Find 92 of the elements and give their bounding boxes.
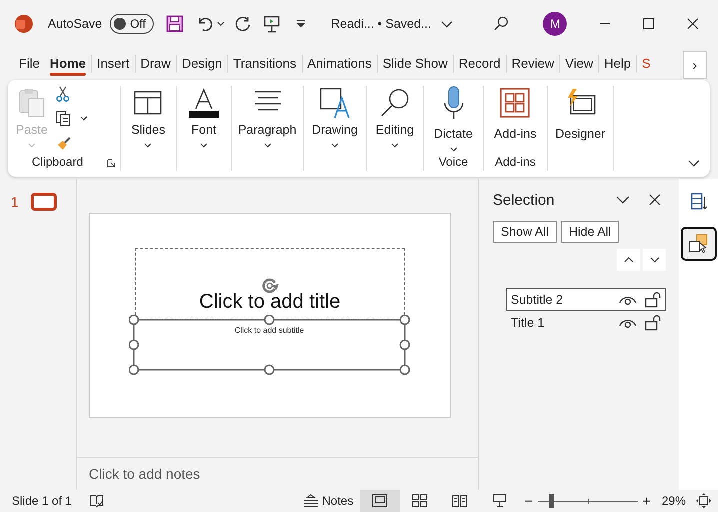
ribbon-tab[interactable]: Insert <box>92 52 135 76</box>
view-button[interactable] <box>360 490 400 512</box>
microphone-icon <box>442 86 466 120</box>
ribbon-tab[interactable]: S <box>637 52 656 76</box>
accessibility-icon[interactable] <box>90 494 104 508</box>
caret-icon[interactable] <box>217 20 226 28</box>
command-button[interactable]: Drawing <box>308 86 362 149</box>
group-label: Clipboard <box>32 155 84 169</box>
group-label: Add-ins <box>495 155 536 169</box>
chevron-up-icon <box>624 257 634 263</box>
collapse-ribbon-icon[interactable] <box>688 160 700 168</box>
presentation-icon[interactable] <box>263 14 282 32</box>
scroll-tabs-button[interactable]: › <box>683 51 707 79</box>
resize-handle[interactable] <box>129 364 140 375</box>
document-title[interactable]: Readi... • Saved... <box>331 16 432 30</box>
resize-handle[interactable] <box>264 315 275 326</box>
command-button[interactable]: Font <box>182 86 226 149</box>
clipboard-icon <box>16 86 47 120</box>
command-button[interactable]: Designer <box>551 86 610 141</box>
slide-number: 1 <box>11 194 19 210</box>
user-avatar[interactable]: M <box>543 12 568 36</box>
object-list-item[interactable]: Subtitle 2 <box>506 288 666 311</box>
slideshow-icon <box>492 494 508 508</box>
notes-icon <box>303 494 320 508</box>
autosave-label: AutoSave <box>48 16 102 30</box>
resize-handle[interactable] <box>400 340 410 350</box>
object-list-item[interactable]: Title 1 <box>506 311 666 334</box>
ribbon-tab[interactable]: Transitions <box>228 52 302 76</box>
ribbon-tab[interactable]: Home <box>44 52 92 76</box>
zoom-slider-thumb[interactable] <box>548 494 554 508</box>
customize-icon[interactable] <box>295 18 308 30</box>
shapes-cursor-icon <box>689 234 709 254</box>
resize-handle[interactable] <box>264 364 275 375</box>
dialog-launcher-icon[interactable] <box>107 159 116 168</box>
ribbon-tab[interactable]: Review <box>506 52 560 76</box>
ribbon-tab[interactable]: Design <box>176 52 228 76</box>
copy-icon[interactable] <box>56 111 72 127</box>
resize-handle[interactable] <box>400 364 410 375</box>
notes-button[interactable]: Notes <box>297 494 360 508</box>
autosave-toggle[interactable]: Off <box>110 14 154 34</box>
ribbon-tab[interactable]: Help <box>599 52 636 76</box>
title-placeholder-text: Click to add title <box>198 291 342 314</box>
slide-counter: Slide 1 of 1 <box>12 494 72 508</box>
command-button[interactable]: Add-ins <box>490 86 541 141</box>
zoom-level[interactable]: 29% <box>662 494 686 508</box>
pane-icon <box>690 193 708 211</box>
ribbon-tab[interactable]: View <box>560 52 598 76</box>
format-painter-icon[interactable] <box>56 136 72 152</box>
subtitle-placeholder-text: Click to add subtitle <box>234 326 304 335</box>
close-icon[interactable] <box>687 18 700 30</box>
bring-forward-button[interactable] <box>617 249 640 271</box>
caret-icon[interactable] <box>80 116 88 122</box>
pane-title: Selection <box>493 192 556 208</box>
ribbon-tab[interactable]: Draw <box>136 52 176 76</box>
zoom-in-button[interactable]: + <box>638 493 656 509</box>
group-label: Voice <box>438 155 468 169</box>
shapes-icon <box>318 86 351 120</box>
command-button[interactable]: Slides <box>127 86 170 149</box>
command-button[interactable]: Editing <box>372 86 418 149</box>
ribbon-tab[interactable]: Record <box>454 52 506 76</box>
resize-handle[interactable] <box>129 340 140 350</box>
command-button[interactable]: Paragraph <box>234 86 301 149</box>
ribbon-tab[interactable]: File <box>14 52 45 76</box>
selection-pane-button[interactable] <box>681 227 717 261</box>
slide-sorter-icon <box>412 494 428 508</box>
maximize-icon[interactable] <box>643 18 656 30</box>
ribbon-tab[interactable]: Animations <box>302 52 377 76</box>
pane-button[interactable]: Show All <box>493 221 557 243</box>
chevron-down-icon <box>650 257 660 263</box>
close-icon[interactable] <box>649 194 661 206</box>
unlock-icon[interactable] <box>645 314 661 330</box>
search-icon[interactable] <box>493 16 510 32</box>
scissors-icon[interactable] <box>56 86 70 102</box>
command-button[interactable]: Dictate <box>430 86 477 153</box>
reading-view-icon <box>452 494 468 508</box>
fit-to-window-icon[interactable] <box>696 493 712 509</box>
zoom-slider[interactable] <box>538 496 638 506</box>
app-logo-icon <box>14 14 34 34</box>
zoom-out-button[interactable]: − <box>520 493 538 509</box>
unlock-icon[interactable] <box>645 292 661 308</box>
send-backward-button[interactable] <box>643 249 666 271</box>
normal-view-icon <box>372 494 388 508</box>
resize-handle[interactable] <box>400 315 410 326</box>
pane-button[interactable]: Hide All <box>560 221 620 243</box>
ribbon-tab[interactable]: Slide Show <box>378 52 453 76</box>
slide-thumbnail[interactable] <box>30 193 57 211</box>
chevron-down-icon[interactable] <box>616 195 630 205</box>
resize-handle[interactable] <box>129 315 140 326</box>
save-icon[interactable] <box>166 14 184 32</box>
font-icon <box>186 86 222 120</box>
subtitle-placeholder[interactable] <box>133 319 406 371</box>
grid-icon <box>500 86 530 120</box>
